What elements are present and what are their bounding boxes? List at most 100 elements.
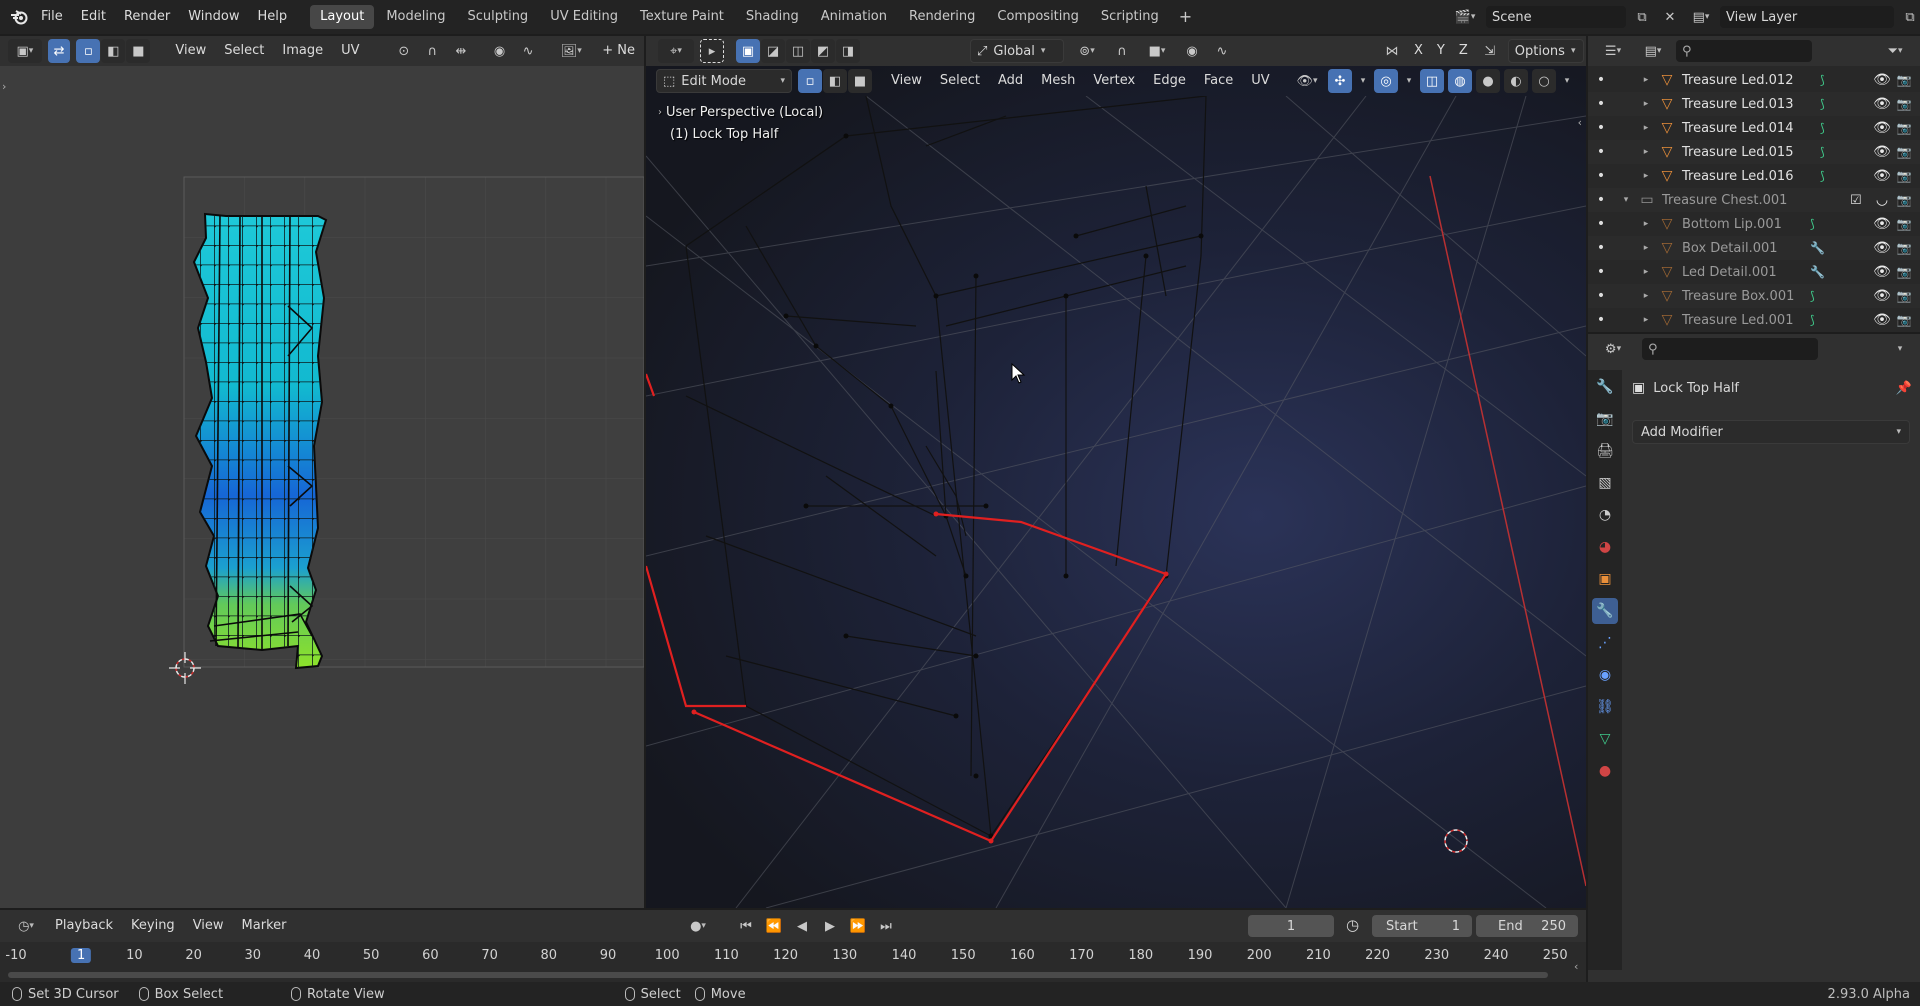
timeline-menu-view[interactable]: View xyxy=(184,914,233,938)
vertex-mode-icon[interactable]: ▫ xyxy=(798,69,822,93)
tool-tab-icon[interactable]: 🔧 xyxy=(1592,374,1618,400)
edit-mode-dot-icon[interactable]: • xyxy=(1588,216,1614,232)
tab-animation[interactable]: Animation xyxy=(811,5,897,29)
auto-keying-icon[interactable]: ● ▾ xyxy=(680,914,716,938)
add-modifier-dropdown[interactable]: Add Modifier ▾ xyxy=(1632,420,1910,444)
vertex-select-icon[interactable]: ▫ xyxy=(76,39,101,63)
image-browse-icon[interactable]: 🖼 ▾ xyxy=(555,39,587,63)
viewport-menu-uv[interactable]: UV xyxy=(1242,69,1278,93)
gizmo-dropdown-icon[interactable]: ▾ xyxy=(1356,69,1370,93)
proportional-falloff-icon[interactable]: ∿ xyxy=(1210,39,1234,63)
modifier-icon[interactable]: ⟆ xyxy=(1810,289,1815,303)
visibility-selectability-icon[interactable]: 👁 ▾ xyxy=(1290,69,1324,93)
mirror-icon[interactable]: ⋈ xyxy=(1380,39,1404,63)
edit-mode-dot-icon[interactable]: • xyxy=(1588,192,1614,208)
select-subtract-icon[interactable]: ◫ xyxy=(786,39,810,63)
eye-icon[interactable]: 👁 xyxy=(1872,144,1892,160)
properties-options-icon[interactable]: ▾ xyxy=(1888,337,1912,361)
filter-icon[interactable]: ⏷ ▾ xyxy=(1878,39,1912,63)
face-select-icon[interactable]: ■ xyxy=(126,39,151,63)
edit-mode-dot-icon[interactable]: • xyxy=(1588,288,1614,304)
prev-keyframe-icon[interactable]: ⏪ xyxy=(762,914,786,938)
rendered-shading-icon[interactable]: ○ xyxy=(1532,69,1556,93)
hidden-eye-icon[interactable]: ◡ xyxy=(1872,192,1892,208)
camera-render-icon[interactable]: 📷 xyxy=(1894,169,1914,183)
new-scene-icon[interactable]: ⧉ xyxy=(1630,5,1654,29)
uv-sync-selection-icon[interactable]: ⇄ xyxy=(47,39,71,63)
tab-uv-editing[interactable]: UV Editing xyxy=(540,5,628,29)
shading-dropdown-icon[interactable]: ▾ xyxy=(1560,69,1574,93)
view-layer-browse-icon[interactable]: ▤ ▾ xyxy=(1686,5,1716,29)
view-layer-field[interactable]: View Layer xyxy=(1720,6,1894,28)
collection-checkbox-icon[interactable]: ☑ xyxy=(1850,193,1862,208)
transform-orientation-dropdown[interactable]: ⤢ Global ▾ xyxy=(970,39,1064,63)
jump-start-icon[interactable]: ⏮ xyxy=(734,914,758,938)
modifier-icon[interactable]: ⟆ xyxy=(1820,145,1825,159)
viewport-canvas[interactable] xyxy=(646,96,1586,908)
outliner-search-input[interactable]: ⚲ xyxy=(1676,40,1812,62)
camera-render-icon[interactable]: 📷 xyxy=(1894,313,1914,327)
expand-arrow-icon[interactable]: ▸ xyxy=(1640,147,1652,157)
wireframe-shading-icon[interactable]: ◍ xyxy=(1448,69,1472,93)
tab-texture-paint[interactable]: Texture Paint xyxy=(630,5,734,29)
viewport-menu-view[interactable]: View xyxy=(882,69,931,93)
edit-mode-dot-icon[interactable]: • xyxy=(1588,144,1614,160)
camera-render-icon[interactable]: 📷 xyxy=(1894,265,1914,279)
edit-mode-dot-icon[interactable]: • xyxy=(1588,312,1614,328)
menu-file[interactable]: File xyxy=(32,5,72,29)
overlays-dropdown-icon[interactable]: ▾ xyxy=(1402,69,1416,93)
select-tool-icon[interactable]: ▸ xyxy=(700,39,724,63)
viewport-editor-type-icon[interactable]: ⌖ ▾ xyxy=(658,39,694,63)
expand-arrow-icon[interactable]: ▸ xyxy=(1640,315,1652,325)
select-invert-icon[interactable]: ◩ xyxy=(811,39,835,63)
timeline-collapse-icon[interactable]: ‹ xyxy=(1574,960,1578,973)
viewport-menu-mesh[interactable]: Mesh xyxy=(1032,69,1084,93)
expand-arrow-icon[interactable]: ▸ xyxy=(1640,99,1652,109)
face-mode-icon[interactable]: ■ xyxy=(848,69,872,93)
blender-logo-icon[interactable] xyxy=(6,5,32,29)
jump-end-icon[interactable]: ⏭ xyxy=(874,914,898,938)
timeline-ruler[interactable]: -10 1 10 20 30 40 50 60 70 80 90 100 110 120 130 140 150… xyxy=(0,948,1586,968)
tab-sculpting[interactable]: Sculpting xyxy=(457,5,538,29)
render-tab-icon[interactable]: 📷 xyxy=(1592,406,1618,432)
expand-arrow-icon[interactable]: ▸ xyxy=(1640,219,1652,229)
constraints-tab-icon[interactable]: ⛓ xyxy=(1592,694,1618,720)
edge-select-icon[interactable]: ◧ xyxy=(101,39,126,63)
timeline-menu-marker[interactable]: Marker xyxy=(233,914,296,938)
camera-render-icon[interactable]: 📷 xyxy=(1894,121,1914,135)
modifier-icon[interactable]: ⟆ xyxy=(1810,313,1815,327)
solid-shading-icon[interactable]: ● xyxy=(1476,69,1500,93)
playhead-frame[interactable]: 1 xyxy=(70,948,92,963)
edit-mode-dot-icon[interactable]: • xyxy=(1588,168,1614,184)
outliner-row[interactable]: • ▸ ▽ Treasure Box.001 ⟆ 👁 📷 xyxy=(1588,284,1920,308)
next-keyframe-icon[interactable]: ⏩ xyxy=(846,914,870,938)
mode-dropdown[interactable]: ⬚ Edit Mode ▾ xyxy=(656,69,792,93)
proportional-edit-icon[interactable]: ◉ xyxy=(488,39,511,63)
scene-browse-icon[interactable]: 🎬 ▾ xyxy=(1448,5,1482,29)
camera-render-icon[interactable]: 📷 xyxy=(1894,289,1914,303)
material-tab-icon[interactable]: ● xyxy=(1592,758,1618,784)
add-workspace-button[interactable]: + xyxy=(1169,5,1202,29)
menu-window[interactable]: Window xyxy=(179,5,248,29)
proportional-editing-icon[interactable]: ◉ xyxy=(1180,39,1204,63)
new-view-layer-icon[interactable]: ⧉ xyxy=(1898,5,1920,29)
options-dropdown[interactable]: Options ▾ xyxy=(1507,39,1584,63)
overlays-toggle-icon[interactable]: ◎ xyxy=(1374,69,1398,93)
uv-menu-select[interactable]: Select xyxy=(215,39,273,63)
editor-type-icon[interactable]: ▣ ▾ xyxy=(8,39,42,63)
tab-rendering[interactable]: Rendering xyxy=(899,5,985,29)
eye-icon[interactable]: 👁 xyxy=(1872,120,1892,136)
delete-scene-icon[interactable]: ✕ xyxy=(1658,5,1682,29)
uv-snap-icon[interactable]: ∩ xyxy=(421,39,444,63)
pin-icon[interactable]: 📌 xyxy=(1896,381,1912,396)
viewport-menu-add[interactable]: Add xyxy=(989,69,1032,93)
timeline-menu-keying[interactable]: Keying xyxy=(122,914,184,938)
world-tab-icon[interactable]: ◕ xyxy=(1592,534,1618,560)
outliner-row[interactable]: • ▸ ▽ Led Detail.001 🔧 👁 📷 xyxy=(1588,260,1920,284)
play-reverse-icon[interactable]: ◀ xyxy=(790,914,814,938)
view-layer-tab-icon[interactable]: ▧ xyxy=(1592,470,1618,496)
eye-icon[interactable]: 👁 xyxy=(1872,96,1892,112)
expand-arrow-icon[interactable]: ▸ xyxy=(1640,243,1652,253)
modifier-icon[interactable]: ⟆ xyxy=(1810,217,1815,231)
tab-modeling[interactable]: Modeling xyxy=(376,5,455,29)
